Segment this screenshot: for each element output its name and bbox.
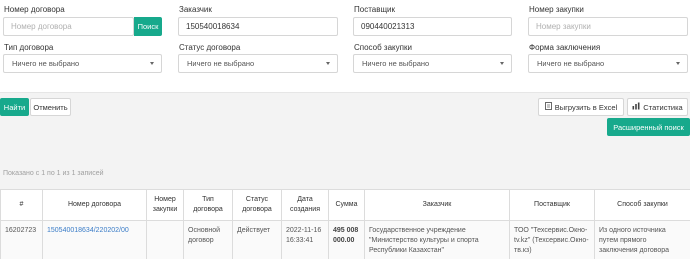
column-header[interactable]: Поставщик [509, 189, 595, 221]
advanced-search-button[interactable]: Расширенный поиск [607, 118, 690, 136]
supplier-input[interactable]: 090440021313 [353, 17, 512, 36]
column-header[interactable]: Заказчик [364, 189, 510, 221]
table-row[interactable]: 16202723 150540018634/220202/00 Основной… [0, 220, 690, 259]
results-table: # Номер договора Номер закупки Тип догов… [0, 189, 690, 259]
contract-type-cell: Основной договор [183, 220, 233, 259]
customer-input[interactable]: 150540018634 [178, 17, 338, 36]
procurement-method-value: Ничего не выбрано [362, 59, 430, 68]
conclusion-form-value: Ничего не выбрано [537, 59, 605, 68]
statistics-button[interactable]: Статистика [627, 98, 688, 116]
column-header[interactable]: Номер договора [42, 189, 147, 221]
conclusion-form-select[interactable]: Ничего не выбрано [528, 54, 688, 73]
supplier-cell: ТОО "Техсервис.Окно-tv.kz" (Техсервис.Ок… [509, 220, 595, 259]
column-header[interactable]: Способ закупки [594, 189, 690, 221]
contract-number-input[interactable]: Номер договора [3, 17, 134, 36]
column-header[interactable]: # [0, 189, 43, 221]
row-id-cell: 16202723 [0, 220, 43, 259]
find-button[interactable]: Найти [0, 98, 29, 116]
caret-down-icon [676, 62, 680, 65]
cancel-button[interactable]: Отменить [30, 98, 71, 116]
column-header[interactable]: Дата создания [281, 189, 329, 221]
chart-icon [632, 102, 640, 112]
contract-status-select[interactable]: Ничего не выбрано [178, 54, 338, 73]
procurement-number-label: Номер закупки [529, 5, 584, 14]
contract-status-cell: Действует [232, 220, 282, 259]
contract-status-label: Статус договора [179, 43, 241, 52]
contract-number-label: Номер договора [4, 5, 65, 14]
export-excel-label: Выгрузить в Excel [554, 102, 618, 112]
customer-label: Заказчик [179, 5, 212, 14]
contract-type-label: Тип договора [4, 43, 54, 52]
procurement-method-select[interactable]: Ничего не выбрано [353, 54, 512, 73]
created-date-cell: 2022-11-16 16:33:41 [281, 220, 329, 259]
customer-cell: Государственное учреждение "Министерство… [364, 220, 510, 259]
column-header[interactable]: Сумма [328, 189, 365, 221]
contract-search-button[interactable]: Поиск [134, 17, 162, 36]
contract-status-value: Ничего не выбрано [187, 59, 255, 68]
file-excel-icon [544, 102, 552, 112]
procurement-method-cell: Из одного источника путем прямого заключ… [594, 220, 690, 259]
contract-type-value: Ничего не выбрано [12, 59, 80, 68]
results-info: Показано с 1 по 1 из 1 записей [3, 170, 104, 177]
caret-down-icon [500, 62, 504, 65]
procurement-number-cell [146, 220, 184, 259]
contract-type-select[interactable]: Ничего не выбрано [3, 54, 162, 73]
supplier-label: Поставщик [354, 5, 396, 14]
column-header[interactable]: Статус договора [232, 189, 282, 221]
contract-number-link[interactable]: 150540018634/220202/00 [42, 220, 147, 259]
caret-down-icon [326, 62, 330, 65]
caret-down-icon [150, 62, 154, 65]
conclusion-form-label: Форма заключения [529, 43, 601, 52]
column-header[interactable]: Номер закупки [146, 189, 184, 221]
column-header[interactable]: Тип договора [183, 189, 233, 221]
procurement-number-input[interactable]: Номер закупки [528, 17, 688, 36]
table-header-row: # Номер договора Номер закупки Тип догов… [0, 189, 690, 221]
procurement-method-label: Способ закупки [354, 43, 412, 52]
export-excel-button[interactable]: Выгрузить в Excel [538, 98, 624, 116]
statistics-label: Статистика [643, 102, 683, 112]
amount-cell: 495 008 000.00 [328, 220, 365, 259]
